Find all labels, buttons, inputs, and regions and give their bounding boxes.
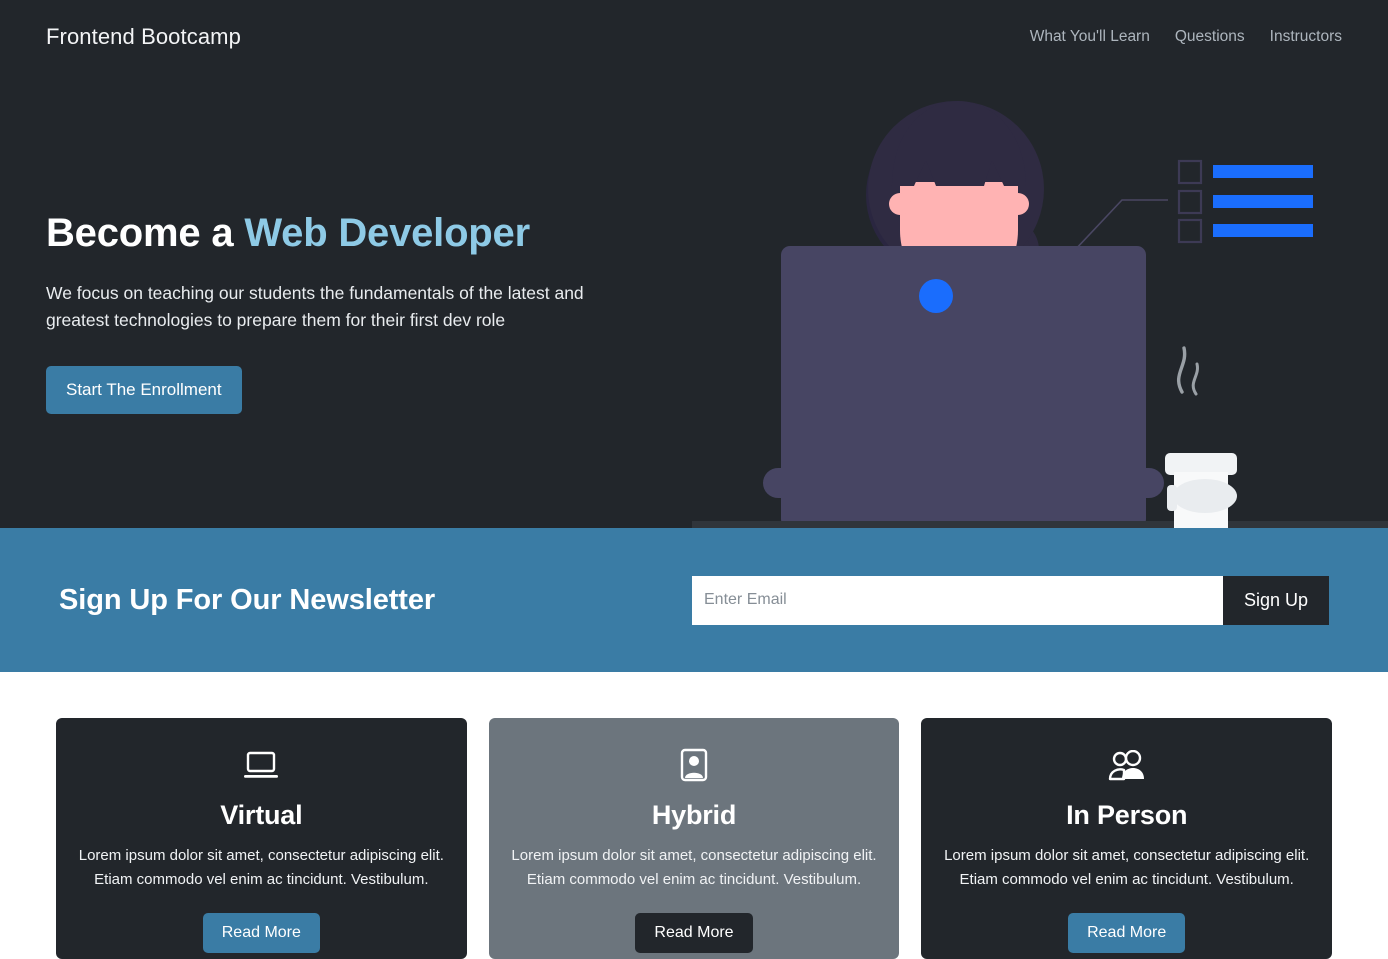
person-badge-icon	[676, 748, 712, 784]
people-icon	[1107, 748, 1147, 784]
main-navbar: Frontend Bootcamp What You'll Learn Ques…	[0, 0, 1388, 74]
hero-title-lead: Become a	[46, 211, 245, 255]
hero-illustration	[692, 101, 1388, 528]
card-title: Virtual	[220, 800, 303, 830]
coffee-cup-graphic	[1165, 346, 1237, 528]
read-more-button[interactable]: Read More	[635, 913, 753, 953]
laptop-graphic	[763, 246, 1164, 528]
read-more-button[interactable]: Read More	[1068, 913, 1186, 953]
start-enrollment-button[interactable]: Start The Enrollment	[46, 366, 242, 415]
email-input[interactable]	[692, 575, 1223, 625]
signup-button[interactable]: Sign Up	[1223, 575, 1329, 625]
nav-link-questions[interactable]: Questions	[1175, 28, 1245, 46]
newsletter-title: Sign Up For Our Newsletter	[59, 583, 436, 616]
card-virtual[interactable]: Virtual Lorem ipsum dolor sit amet, cons…	[56, 718, 467, 959]
nav-link-what-youll-learn[interactable]: What You'll Learn	[1030, 28, 1150, 46]
card-title: In Person	[1066, 800, 1188, 830]
cards-section: Virtual Lorem ipsum dolor sit amet, cons…	[0, 672, 1388, 959]
card-text: Lorem ipsum dolor sit amet, consectetur …	[78, 847, 444, 888]
nav-link-instructors[interactable]: Instructors	[1270, 28, 1342, 46]
hero-subtitle: We focus on teaching our students the fu…	[46, 283, 584, 331]
newsletter-form: Sign Up	[692, 575, 1329, 625]
page-title: Become a Web Developer	[46, 210, 686, 256]
card-in-person[interactable]: In Person Lorem ipsum dolor sit amet, co…	[921, 718, 1333, 959]
card-title: Hybrid	[651, 800, 737, 830]
hero-copy: Become a Web Developer We focus on teach…	[46, 210, 686, 415]
nav-links: What You'll Learn Questions Instructors	[1030, 28, 1342, 46]
card-text: Lorem ipsum dolor sit amet, consectetur …	[511, 847, 877, 888]
card-hybrid[interactable]: Hybrid Lorem ipsum dolor sit amet, conse…	[488, 718, 900, 959]
laptop-icon	[243, 748, 279, 784]
site-brand[interactable]: Frontend Bootcamp	[46, 24, 241, 50]
desk-edge	[692, 521, 1388, 528]
hero-section: Frontend Bootcamp What You'll Learn Ques…	[0, 0, 1388, 528]
read-more-button[interactable]: Read More	[202, 913, 320, 953]
hero-title-accent: Web Developer	[244, 211, 530, 255]
card-text: Lorem ipsum dolor sit amet, consectetur …	[944, 847, 1310, 888]
newsletter-section: Sign Up For Our Newsletter Sign Up	[0, 528, 1388, 672]
checklist-graphic	[1177, 159, 1313, 244]
